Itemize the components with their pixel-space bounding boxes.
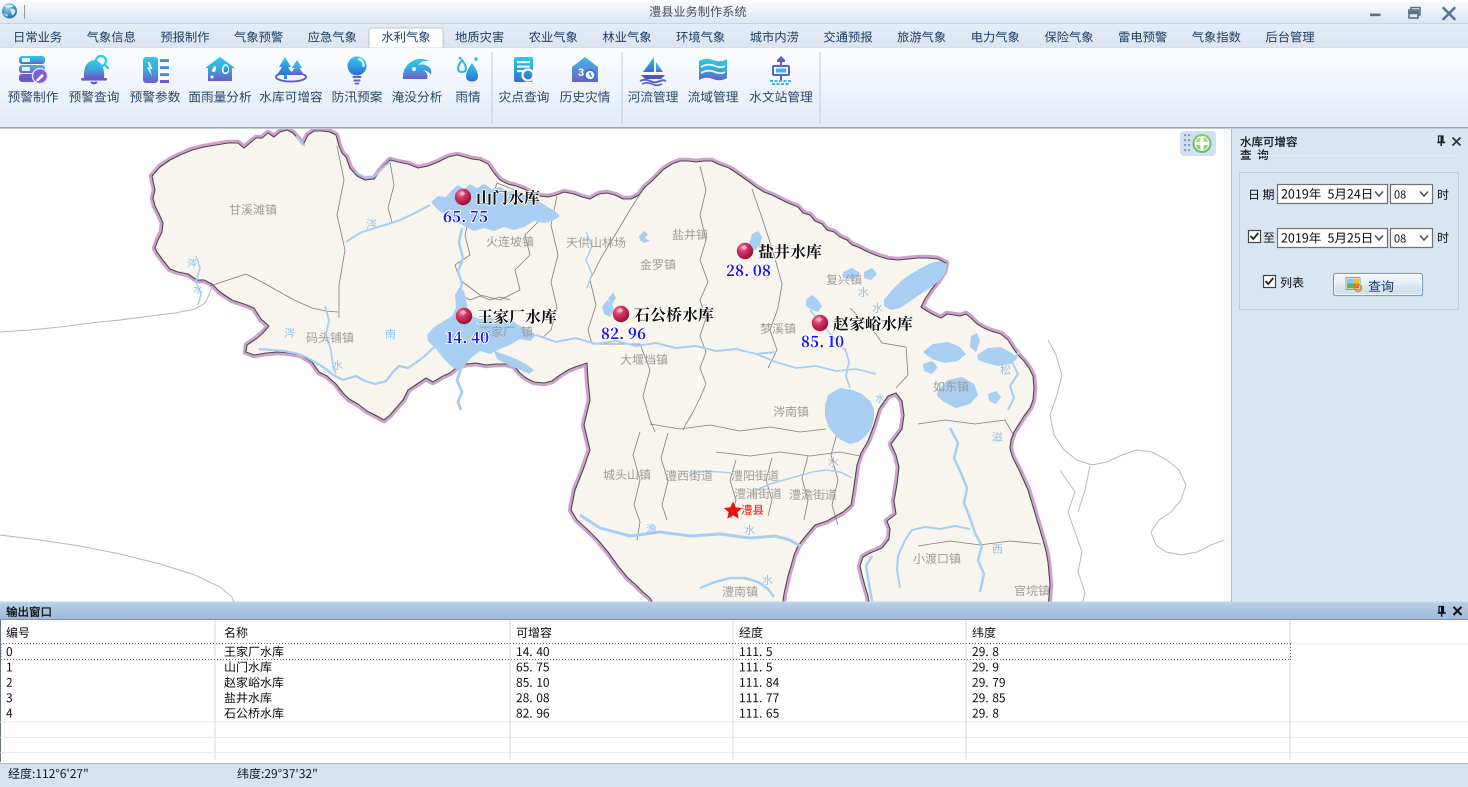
svg-text:3: 3 [578,67,584,79]
